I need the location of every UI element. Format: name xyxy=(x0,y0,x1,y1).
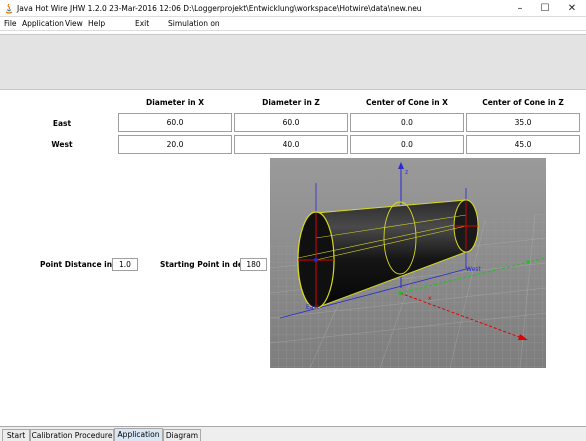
east-diameter-x-input[interactable]: 60.0 xyxy=(118,113,232,132)
title-bar: Java Hot Wire JHW 1.2.0 23-Mar-2016 12:0… xyxy=(0,0,586,17)
minimize-button[interactable]: – xyxy=(508,1,532,16)
origin-point xyxy=(398,291,402,295)
west-diameter-x-input[interactable]: 20.0 xyxy=(118,135,232,154)
header-center-x: Center of Cone in X xyxy=(366,98,448,107)
menu-help[interactable]: Help xyxy=(88,19,105,28)
menu-bar: File Application View Help Exit Simulati… xyxy=(0,17,586,31)
east-diameter-z-input[interactable]: 60.0 xyxy=(234,113,348,132)
menu-application[interactable]: Application xyxy=(22,19,64,28)
row-label-west: West xyxy=(51,140,73,149)
tab-calibration-procedure[interactable]: Calibration Procedure xyxy=(30,429,114,441)
east-center-z-input[interactable]: 35.0 xyxy=(466,113,580,132)
row-label-east: East xyxy=(52,119,72,128)
east-center-x-input[interactable]: 0.0 xyxy=(350,113,464,132)
cone-3d-view[interactable]: z x East West xyxy=(270,158,546,368)
menu-exit[interactable]: Exit xyxy=(135,19,149,28)
west-diameter-z-input[interactable]: 40.0 xyxy=(234,135,348,154)
east-center-point xyxy=(314,258,318,262)
x-axis-label: x xyxy=(428,295,432,302)
point-distance-input[interactable]: 1.0 xyxy=(112,258,138,271)
menu-simulation[interactable]: Simulation on xyxy=(168,19,220,28)
menu-file[interactable]: File xyxy=(4,19,17,28)
cone-3d-canvas: z x East West xyxy=(270,158,546,368)
java-app-icon xyxy=(4,3,14,14)
east-label: East xyxy=(306,304,320,311)
window-title: Java Hot Wire JHW 1.2.0 23-Mar-2016 12:0… xyxy=(17,4,422,13)
header-diameter-z: Diameter in Z xyxy=(262,98,320,107)
west-label: West xyxy=(466,266,481,273)
maximize-button[interactable]: ☐ xyxy=(533,1,557,16)
header-center-z: Center of Cone in Z xyxy=(482,98,564,107)
tab-application[interactable]: Application xyxy=(114,428,163,441)
west-center-x-input[interactable]: 0.0 xyxy=(350,135,464,154)
z-axis-label: z xyxy=(405,169,408,176)
close-button[interactable]: ✕ xyxy=(560,1,584,16)
tab-bar: Start Calibration Procedure Application … xyxy=(0,426,586,441)
header-diameter-x: Diameter in X xyxy=(145,98,205,107)
starting-point-input[interactable]: 180 xyxy=(240,258,267,271)
tab-start[interactable]: Start xyxy=(2,429,30,441)
west-center-z-input[interactable]: 45.0 xyxy=(466,135,580,154)
header-panel xyxy=(0,34,586,90)
tab-diagram[interactable]: Diagram xyxy=(163,429,201,441)
menu-view[interactable]: View xyxy=(65,19,83,28)
green-axis-point xyxy=(526,260,530,264)
